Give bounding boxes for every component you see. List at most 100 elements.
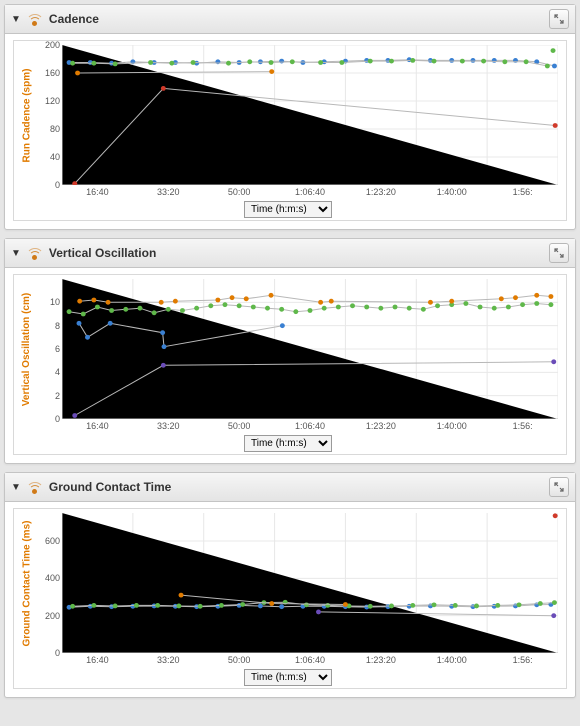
data-point [513,295,518,300]
data-point [548,302,553,307]
data-point [322,306,327,311]
x-tick: 33:20 [133,187,204,197]
x-tick: 1:40:00 [416,187,487,197]
data-point [269,293,274,298]
x-tick: 1:23:20 [345,421,416,431]
y-axis-label: Run Cadence (spm) [22,68,33,162]
data-point [106,300,111,305]
data-point [290,59,295,64]
data-point [279,307,284,312]
data-point [137,306,142,311]
data-point [492,306,497,311]
data-point [548,294,553,299]
data-point [191,60,196,65]
data-point [520,302,525,307]
y-axis-label: Ground Contact Time (ms) [22,520,33,646]
data-point [91,298,96,303]
data-point [343,602,348,607]
data-point [179,593,184,598]
data-point [77,321,82,326]
collapse-icon[interactable]: ▼ [11,14,21,25]
data-point [368,604,373,609]
data-point [109,308,114,313]
x-tick: 50:00 [204,655,275,665]
plot-area[interactable] [62,45,558,185]
panel-title: Ground Contact Time [49,480,543,494]
x-tick: 33:20 [133,655,204,665]
data-point [70,61,75,66]
data-point [506,305,511,310]
data-point [325,603,330,608]
data-point [215,298,220,303]
y-tick: 2 [55,391,60,401]
data-point [72,413,77,418]
data-point [161,86,166,91]
data-point [244,296,249,301]
data-point [91,603,96,608]
x-tick: 50:00 [204,187,275,197]
data-point [318,60,323,65]
data-point [265,306,270,311]
plot-area[interactable] [62,279,558,419]
x-tick: 1:06:40 [275,655,346,665]
data-point [410,58,415,63]
y-tick: 4 [55,367,60,377]
data-point [269,60,274,65]
x-tick: 1:40:00 [416,655,487,665]
data-point [449,58,454,63]
data-point [389,59,394,64]
expand-button[interactable] [549,477,569,497]
panel-title: Cadence [49,12,543,26]
xaxis-select[interactable]: Time (h:m:s)Distance (km) [244,201,332,218]
x-tick: 16:40 [62,187,133,197]
data-point [318,300,323,305]
x-tick: 1:23:20 [345,655,416,665]
xaxis-select[interactable]: Time (h:m:s)Distance (km) [244,435,332,452]
data-point [551,359,556,364]
sensor-icon [27,245,43,261]
data-point [364,305,369,310]
y-tick: 200 [45,611,60,621]
data-point [502,59,507,64]
collapse-icon[interactable]: ▼ [11,248,21,259]
data-point [77,299,82,304]
data-point [280,323,285,328]
plot-area[interactable] [62,513,558,653]
x-tick: 1:06:40 [275,421,346,431]
y-tick: 0 [55,414,60,424]
y-tick: 80 [50,124,60,134]
data-point [495,603,500,608]
data-point [308,308,313,313]
data-point [339,60,344,65]
data-point [113,604,118,609]
data-point [517,602,522,607]
data-point [247,59,252,64]
expand-button[interactable] [549,9,569,29]
data-point [492,58,497,63]
data-point [553,123,558,128]
data-point [499,296,504,301]
data-point [279,604,284,609]
panel-header[interactable]: ▼ Cadence [5,5,575,34]
data-point [152,310,157,315]
panel-vosc: ▼Vertical OscillationVertical Oscillatio… [4,238,576,464]
data-point [389,604,394,609]
data-point [410,603,415,608]
expand-button[interactable] [549,243,569,263]
panel-header[interactable]: ▼ Ground Contact Time [5,473,575,502]
data-point [70,604,75,609]
data-point [161,363,166,368]
collapse-icon[interactable]: ▼ [11,482,21,493]
panel-body: Run Cadence (spm)0408012016020016:4033:2… [5,34,575,229]
data-point [81,312,86,317]
data-point [240,602,245,607]
xaxis-select[interactable]: Time (h:m:s)Distance (km) [244,669,332,686]
data-point [336,305,341,310]
data-point [553,513,558,518]
data-point [230,295,235,300]
data-point [134,603,139,608]
x-tick: 33:20 [133,421,204,431]
data-point [91,61,96,66]
chart: Vertical Oscillation (cm)024681016:4033:… [13,274,567,455]
panel-header[interactable]: ▼Vertical Oscillation [5,239,575,268]
